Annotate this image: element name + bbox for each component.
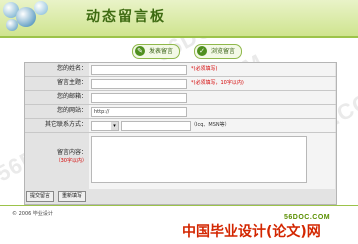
- page-header: 动态留言板: [0, 0, 358, 38]
- subject-label: 留言主题：: [56, 79, 87, 86]
- site-logo-domain: 56DOC.COM: [284, 214, 331, 221]
- message-form: 您的姓名： *(必须填写) 留言主题： *(必须填写，10字以内) 您的邮箱： …: [24, 62, 337, 205]
- message-textarea[interactable]: [91, 136, 307, 183]
- form-cell: [89, 133, 335, 189]
- view-messages-button[interactable]: ✓ 浏览留言: [194, 44, 243, 59]
- copyright-text: © 2006 毕业设计: [12, 211, 53, 217]
- logo-text-main: 毕业设计(论文)网: [210, 224, 321, 240]
- contact-hint: （Icq、MSN等）: [191, 122, 230, 128]
- logo-bubble-icon: [6, 19, 18, 31]
- message-limit-note: （30字以内）: [55, 158, 87, 164]
- name-label: 您的姓名：: [56, 65, 87, 72]
- site-logo: 中国毕业设计(论文)网: [182, 221, 321, 241]
- page-title: 动态留言板: [86, 9, 166, 25]
- form-row-name: 您的姓名： *(必须填写): [25, 63, 336, 77]
- post-message-button[interactable]: ✎ 发表留言: [132, 44, 181, 59]
- logo-bubble-icon: [16, 7, 36, 27]
- chevron-down-icon: ▾: [111, 122, 118, 130]
- submit-button[interactable]: 提交留言: [26, 191, 55, 202]
- form-row-message: 留言内容： （30字以内）: [25, 133, 336, 189]
- subject-input[interactable]: [91, 79, 187, 89]
- logo-text-cn: 中国: [182, 224, 210, 240]
- form-cell: *(必须填写，10字以内): [89, 77, 335, 90]
- edit-icon: ✎: [135, 46, 145, 56]
- form-cell: [89, 91, 335, 104]
- name-input[interactable]: [91, 65, 187, 75]
- email-input[interactable]: [91, 93, 187, 103]
- form-cell: ▾ （Icq、MSN等）: [89, 119, 335, 132]
- form-row-website: 您的网站： http://: [25, 105, 336, 119]
- form-row-contact: 其它联系方式： ▾ （Icq、MSN等）: [25, 119, 336, 133]
- form-cell: *(必须填写): [89, 63, 335, 76]
- website-label: 您的网站：: [56, 107, 87, 114]
- logo-bubble-icon: [34, 1, 48, 15]
- form-row-email: 您的邮箱：: [25, 91, 336, 105]
- view-icon: ✓: [197, 46, 207, 56]
- contact-label: 其它联系方式：: [44, 121, 87, 128]
- reset-button[interactable]: 重新填写: [58, 191, 87, 202]
- contact-type-select[interactable]: ▾: [91, 121, 119, 131]
- form-cell: http://: [89, 105, 335, 118]
- contact-input[interactable]: [121, 121, 191, 131]
- view-messages-label: 浏览留言: [211, 48, 236, 55]
- post-message-label: 发表留言: [149, 48, 174, 55]
- website-input[interactable]: http://: [91, 107, 187, 117]
- required-note: *(必须填写，10字以内): [191, 80, 244, 86]
- form-row-subject: 留言主题： *(必须填写，10字以内): [25, 77, 336, 91]
- required-note: *(必须填写): [191, 66, 218, 72]
- email-label: 您的邮箱：: [56, 93, 87, 100]
